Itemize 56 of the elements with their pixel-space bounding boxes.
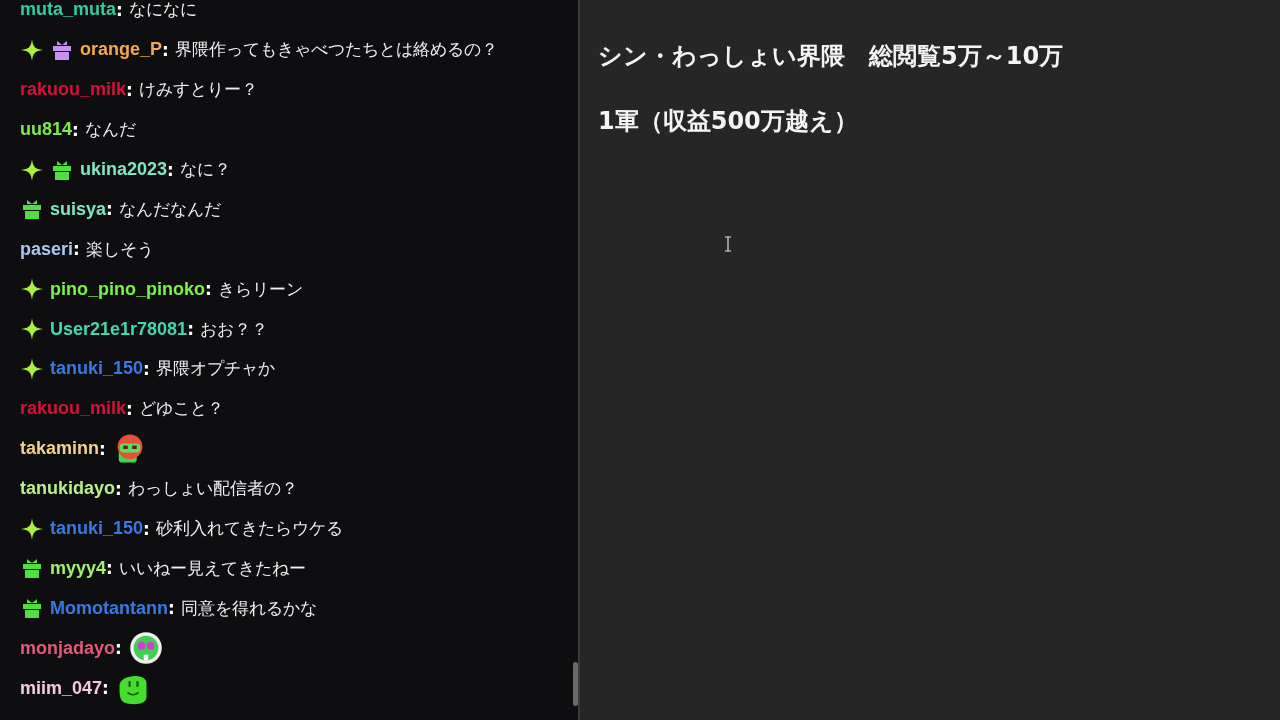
colon-separator: :	[143, 518, 150, 539]
message-text: おお？？	[199, 317, 268, 341]
colon-separator: :	[99, 438, 106, 459]
message-text: いいねー見えてきたねー	[118, 556, 306, 580]
message-text: なんだなんだ	[118, 197, 221, 221]
colon-separator: :	[143, 358, 150, 379]
note-line: シン・わっしょい界隈 総閲覧5万～10万	[598, 41, 1065, 72]
text-cursor-icon	[724, 236, 732, 252]
colon-separator: :	[168, 598, 175, 619]
message-text: 楽しそう	[85, 237, 154, 261]
note-line: 1軍（収益500万越え）	[598, 106, 859, 137]
username[interactable]: rakuou_milk	[20, 398, 127, 420]
message-text: 砂利入れてきたらウケる	[155, 517, 343, 540]
username[interactable]: Momotantann	[50, 597, 168, 619]
username[interactable]: paseri	[20, 238, 74, 260]
message-text: けみすとりー？	[138, 78, 258, 102]
colon-separator: :	[162, 39, 169, 60]
username[interactable]: myyy4	[50, 557, 107, 579]
scrollbar-thumb[interactable]	[573, 662, 578, 706]
colon-separator: :	[187, 319, 194, 340]
colon-separator: :	[115, 478, 122, 499]
username[interactable]: tanuki_150	[50, 518, 144, 539]
username[interactable]: User21e1r78081	[50, 318, 188, 340]
message-text: わっしょい配信者の？	[127, 477, 298, 501]
message-text: 界隈オプチャか	[155, 357, 275, 381]
username[interactable]: orange_P	[80, 39, 163, 61]
message-text: どゆこと？	[138, 397, 224, 421]
message-text: 同意を得れるかな	[180, 596, 317, 620]
message-text: 界隈作ってもきゃべつたちとは絡めるの？	[174, 38, 498, 62]
colon-separator: :	[106, 199, 113, 220]
colon-separator: :	[106, 558, 113, 579]
emote-icon	[127, 630, 164, 667]
username[interactable]: tanuki_150	[50, 358, 144, 380]
colon-separator: :	[102, 678, 109, 699]
colon-separator: :	[167, 159, 174, 180]
message-text: きらリーン	[217, 277, 303, 301]
username[interactable]: suisya	[50, 198, 107, 220]
username[interactable]: pino_pino_pinoko	[50, 278, 205, 300]
username[interactable]: miim_047	[20, 677, 103, 699]
username[interactable]: rakuou_milk	[20, 79, 127, 101]
colon-separator: :	[72, 119, 79, 140]
message-text: なになに	[128, 0, 197, 22]
colon-separator: :	[116, 0, 123, 20]
message-text: なに？	[179, 158, 231, 181]
colon-separator: :	[126, 398, 133, 419]
colon-separator: :	[126, 79, 133, 100]
username[interactable]: takaminn	[20, 438, 100, 460]
colon-separator: :	[73, 239, 80, 260]
message-text: なんだ	[84, 118, 136, 142]
colon-separator: :	[115, 638, 122, 659]
colon-separator: :	[205, 279, 212, 300]
username[interactable]: muta_muta	[20, 0, 117, 21]
username[interactable]: tanukidayo	[20, 478, 116, 500]
username[interactable]: uu814	[20, 119, 73, 141]
username[interactable]: monjadayo	[20, 637, 116, 659]
username[interactable]: ukina2023	[80, 159, 168, 180]
